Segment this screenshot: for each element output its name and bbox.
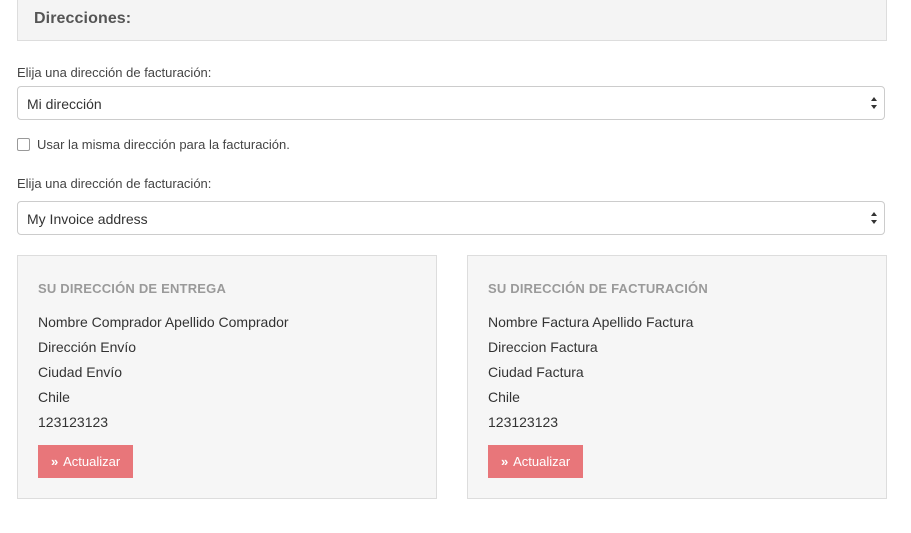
invoice-address-select-value: My Invoice address <box>27 211 148 227</box>
invoice-address-label: Elija una dirección de facturación: <box>17 176 212 191</box>
invoice-update-button[interactable]: » Actualizar <box>488 445 584 478</box>
chevron-right-icon: » <box>51 454 59 469</box>
invoice-update-label: Actualizar <box>513 454 571 469</box>
section-title: Direcciones: <box>34 10 132 27</box>
invoice-card-title: SU DIRECCIÓN DE FACTURACIÓN <box>488 281 708 296</box>
delivery-address-select-value: Mi dirección <box>27 96 102 112</box>
delivery-country: Chile <box>38 389 70 405</box>
select-arrows-icon <box>871 212 877 224</box>
chevron-right-icon: » <box>501 454 509 469</box>
invoice-phone: 123123123 <box>488 414 559 430</box>
delivery-address-select[interactable]: Mi dirección <box>17 86 885 120</box>
same-address-checkbox[interactable] <box>17 138 30 151</box>
delivery-phone: 123123123 <box>38 414 109 430</box>
delivery-card-title: SU DIRECCIÓN DE ENTREGA <box>38 281 227 296</box>
section-header: Direcciones: <box>17 0 887 41</box>
delivery-city: Ciudad Envío <box>38 364 123 380</box>
delivery-name: Nombre Comprador Apellido Comprador <box>38 314 289 330</box>
invoice-name: Nombre Factura Apellido Factura <box>488 314 694 330</box>
delivery-address-label: Elija una dirección de facturación: <box>17 65 212 80</box>
delivery-update-label: Actualizar <box>63 454 121 469</box>
invoice-address-select[interactable]: My Invoice address <box>17 201 885 235</box>
delivery-update-button[interactable]: » Actualizar <box>38 445 134 478</box>
delivery-street: Dirección Envío <box>38 339 137 355</box>
delivery-address-card: SU DIRECCIÓN DE ENTREGA Nombre Comprador… <box>17 255 437 499</box>
invoice-city: Ciudad Factura <box>488 364 584 380</box>
invoice-country: Chile <box>488 389 520 405</box>
invoice-street: Direccion Factura <box>488 339 598 355</box>
select-arrows-icon <box>871 97 877 109</box>
same-address-label[interactable]: Usar la misma dirección para la facturac… <box>37 137 290 152</box>
invoice-address-card: SU DIRECCIÓN DE FACTURACIÓN Nombre Factu… <box>467 255 887 499</box>
